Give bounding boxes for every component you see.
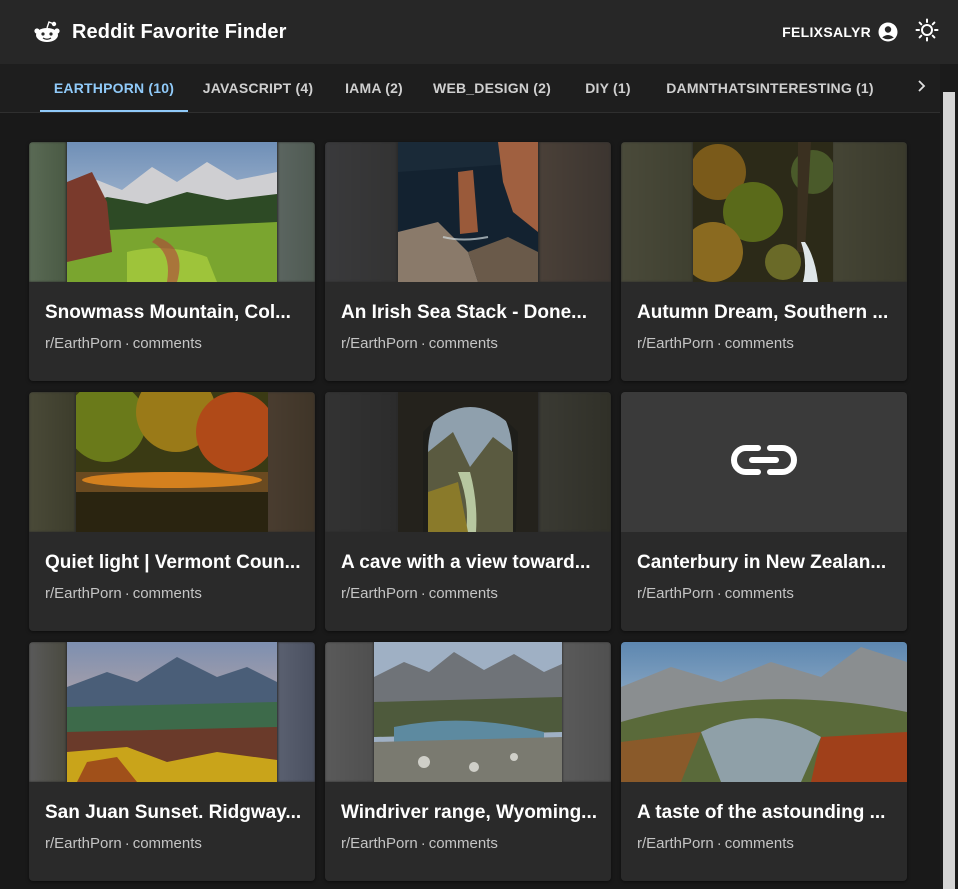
post-thumbnail: [621, 142, 907, 282]
subreddit-link[interactable]: r/EarthPorn: [341, 335, 418, 352]
post-title: A taste of the astounding ...: [637, 802, 886, 823]
tab-scroll-right-button[interactable]: [906, 64, 936, 112]
post-title: Snowmass Mountain, Col...: [45, 302, 291, 323]
post-thumbnail: [325, 642, 611, 782]
comments-link[interactable]: comments: [133, 335, 202, 352]
tab-damnthatsinteresting[interactable]: DAMNTHATSINTERESTING (1): [656, 64, 884, 112]
subreddit-link[interactable]: r/EarthPorn: [341, 835, 418, 852]
comments-link[interactable]: comments: [133, 585, 202, 602]
tab-iama[interactable]: IAMA (2): [332, 64, 416, 112]
tab-diy[interactable]: DIY (1): [568, 64, 648, 112]
comments-link[interactable]: comments: [429, 835, 498, 852]
post-thumbnail: [325, 142, 611, 282]
post-meta: r/EarthPorn · comments: [45, 835, 202, 852]
tab-earthporn[interactable]: EARTHPORN (10): [40, 64, 188, 112]
post-title: A cave with a view toward...: [341, 552, 591, 573]
tab-indicator: [40, 110, 188, 112]
comments-link[interactable]: comments: [133, 835, 202, 852]
post-card[interactable]: Quiet light | Vermont Coun... r/EarthPor…: [29, 392, 315, 631]
post-meta: r/EarthPorn · comments: [341, 335, 498, 352]
post-meta: r/EarthPorn · comments: [637, 585, 794, 602]
post-thumbnail: [621, 642, 907, 782]
theme-toggle-button[interactable]: [914, 18, 940, 47]
post-title: Quiet light | Vermont Coun...: [45, 552, 301, 573]
post-title: San Juan Sunset. Ridgway...: [45, 802, 302, 823]
meta-separator: ·: [716, 835, 722, 852]
meta-separator: ·: [124, 585, 130, 602]
subreddit-link[interactable]: r/EarthPorn: [341, 585, 418, 602]
tab-web-design[interactable]: WEB_DESIGN (2): [424, 64, 560, 112]
user-account-button[interactable]: FELIXSALYR: [782, 22, 898, 42]
post-thumbnail: [29, 392, 315, 532]
app-title: Reddit Favorite Finder: [72, 20, 287, 43]
post-meta: r/EarthPorn · comments: [45, 585, 202, 602]
post-meta: r/EarthPorn · comments: [637, 335, 794, 352]
post-title: Canterbury in New Zealan...: [637, 552, 887, 573]
comments-link[interactable]: comments: [725, 585, 794, 602]
post-thumbnail: [29, 142, 315, 282]
subreddit-link[interactable]: r/EarthPorn: [45, 335, 122, 352]
chevron-right-icon: [916, 79, 926, 97]
username: FELIXSALYR: [782, 24, 871, 40]
subreddit-link[interactable]: r/EarthPorn: [637, 585, 714, 602]
post-title: Windriver range, Wyoming...: [341, 802, 598, 823]
reddit-logo-icon: [34, 19, 60, 45]
meta-separator: ·: [420, 585, 426, 602]
post-meta: r/EarthPorn · comments: [45, 335, 202, 352]
subreddit-link[interactable]: r/EarthPorn: [637, 335, 714, 352]
app-bar: Reddit Favorite Finder FELIXSALYR: [0, 0, 958, 64]
post-card[interactable]: Windriver range, Wyoming... r/EarthPorn ·…: [325, 642, 611, 881]
comments-link[interactable]: comments: [429, 335, 498, 352]
post-meta: r/EarthPorn · comments: [341, 835, 498, 852]
post-card[interactable]: A cave with a view toward... r/EarthPorn…: [325, 392, 611, 631]
subreddit-link[interactable]: r/EarthPorn: [45, 835, 122, 852]
post-meta: r/EarthPorn · comments: [637, 835, 794, 852]
comments-link[interactable]: comments: [725, 335, 794, 352]
sun-icon: [915, 18, 939, 47]
post-card[interactable]: An Irish Sea Stack - Done... r/EarthPorn…: [325, 142, 611, 381]
account-circle-icon: [878, 22, 898, 42]
post-card[interactable]: San Juan Sunset. Ridgway... r/EarthPorn ·…: [29, 642, 315, 881]
post-card[interactable]: Autumn Dream, Southern ... r/EarthPorn · c…: [621, 142, 907, 381]
post-title: An Irish Sea Stack - Done...: [341, 302, 588, 323]
page-scrollbar[interactable]: [940, 64, 958, 889]
meta-separator: ·: [420, 335, 426, 352]
scrollbar-thumb[interactable]: [943, 92, 955, 889]
subreddit-tabs: EARTHPORN (10) JAVASCRIPT (4) IAMA (2) W…: [0, 64, 940, 113]
comments-link[interactable]: comments: [429, 585, 498, 602]
post-title: Autumn Dream, Southern ...: [637, 302, 889, 323]
subreddit-link[interactable]: r/EarthPorn: [637, 835, 714, 852]
comments-link[interactable]: comments: [725, 835, 794, 852]
post-card[interactable]: Snowmass Mountain, Col... r/EarthPorn · co…: [29, 142, 315, 381]
meta-separator: ·: [420, 835, 426, 852]
meta-separator: ·: [716, 585, 722, 602]
meta-separator: ·: [716, 335, 722, 352]
meta-separator: ·: [124, 335, 130, 352]
post-card[interactable]: A taste of the astounding ... r/EarthPor…: [621, 642, 907, 881]
subreddit-link[interactable]: r/EarthPorn: [45, 585, 122, 602]
meta-separator: ·: [124, 835, 130, 852]
post-card[interactable]: Canterbury in New Zealan... r/EarthPorn ·…: [621, 392, 907, 631]
post-meta: r/EarthPorn · comments: [341, 585, 498, 602]
post-thumbnail: [29, 642, 315, 782]
post-thumbnail: [325, 392, 611, 532]
tab-javascript[interactable]: JAVASCRIPT (4): [192, 64, 324, 112]
link-icon: [730, 442, 798, 483]
link-placeholder: [621, 392, 907, 532]
